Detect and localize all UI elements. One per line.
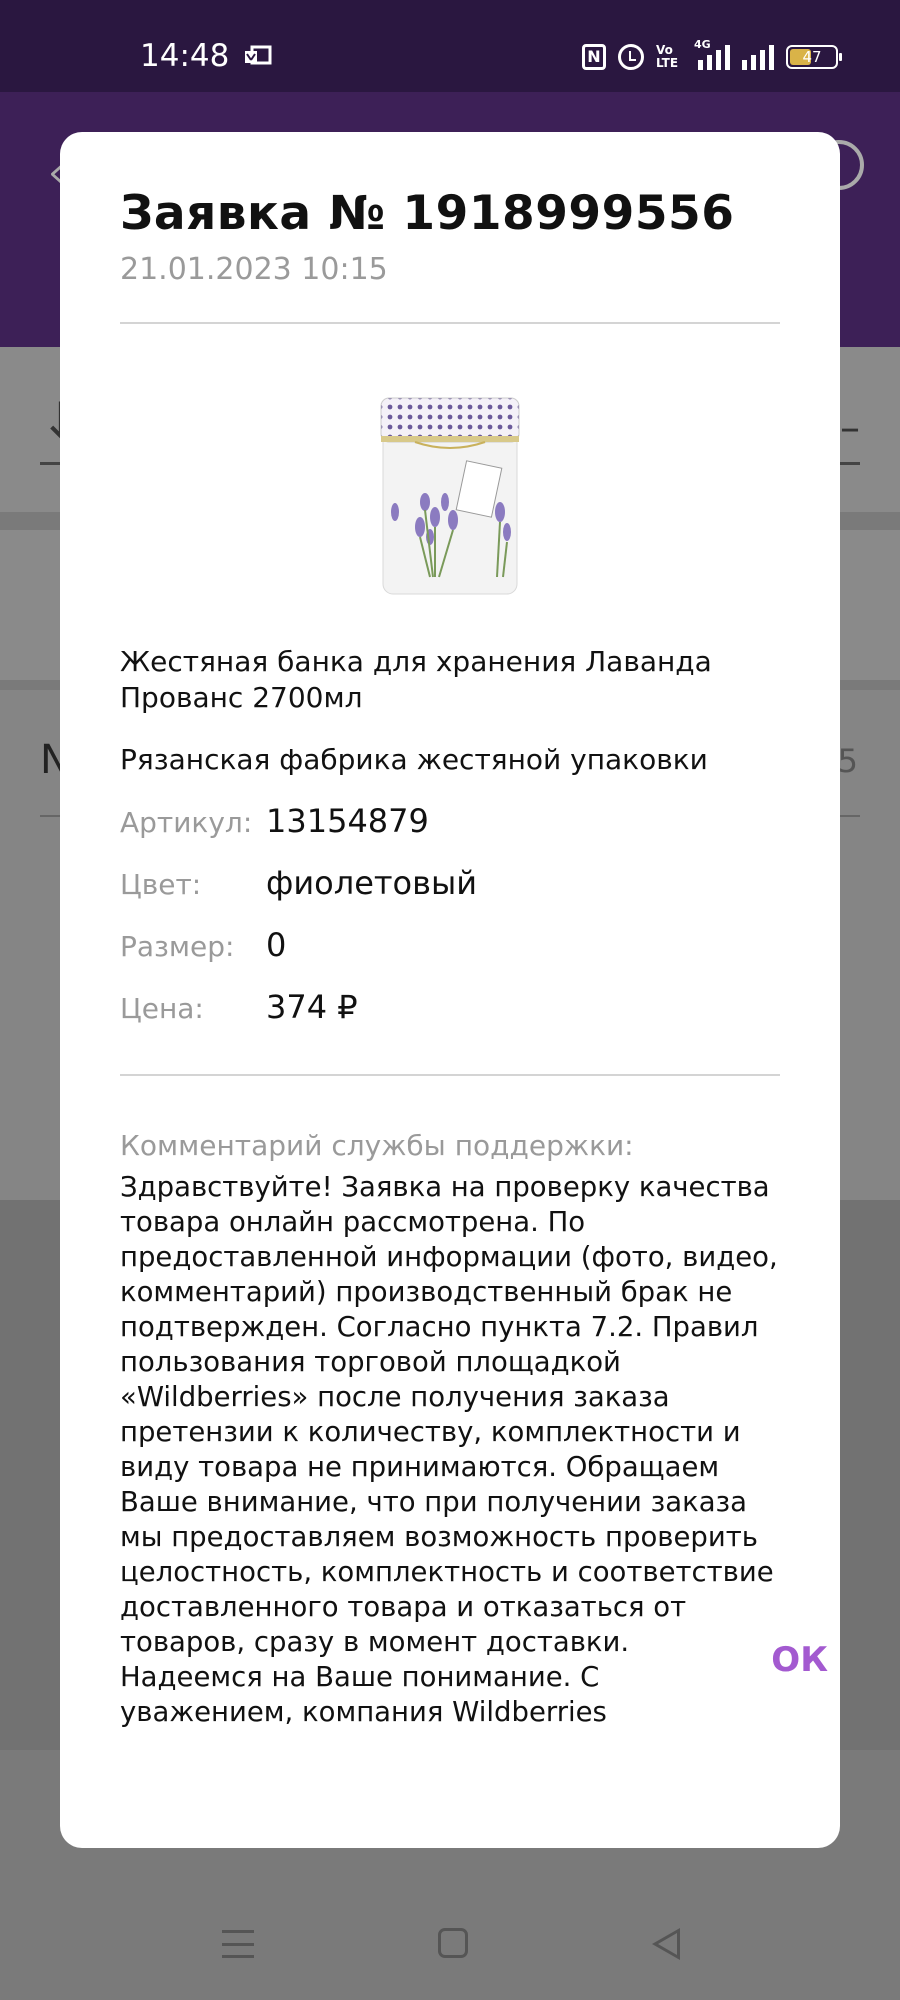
signal-icon — [742, 44, 774, 70]
comment-label: Комментарий службы поддержки: — [120, 1129, 634, 1162]
status-icons: N Vo LTE 4G 47 — [582, 38, 842, 72]
property-value: 374 ₽ — [266, 988, 358, 1026]
property-row: Артикул: 13154879 — [120, 802, 780, 864]
property-value: 0 — [266, 926, 287, 964]
property-row: Цвет: фиолетовый — [120, 864, 780, 926]
network-type: 4G — [694, 38, 711, 51]
notification-icon — [245, 45, 272, 65]
battery-icon: 47 — [786, 45, 842, 69]
property-label: Цвет: — [120, 868, 202, 901]
back-icon[interactable] — [652, 1928, 680, 1960]
home-icon[interactable] — [438, 1928, 468, 1958]
divider — [120, 1074, 780, 1076]
divider — [120, 322, 780, 324]
background-dash: – — [840, 405, 860, 451]
signal-4g-icon: 4G — [694, 38, 730, 70]
product-brand: Рязанская фабрика жестяной упаковки — [120, 743, 708, 776]
menu-icon[interactable] — [222, 1930, 254, 1958]
property-label: Размер: — [120, 930, 235, 963]
claim-dialog: Заявка № 1918999556 21.01.2023 10:15 Жес… — [60, 132, 840, 1848]
property-value: фиолетовый — [266, 864, 478, 902]
claim-date: 21.01.2023 10:15 — [120, 252, 388, 287]
dialog-title: Заявка № 1918999556 — [120, 186, 735, 241]
battery-level: 47 — [802, 48, 822, 66]
property-row: Размер: 0 — [120, 926, 780, 988]
nfc-icon: N — [582, 44, 606, 70]
volte-icon: Vo LTE — [656, 43, 679, 70]
support-comment: Здравствуйте! Заявка на проверку качеств… — [120, 1171, 778, 1728]
property-label: Цена: — [120, 992, 204, 1025]
background-list-value: 5 — [837, 742, 858, 780]
product-image — [380, 397, 520, 595]
status-bar: 14:48 N Vo LTE 4G 47 — [0, 0, 900, 92]
product-properties: Артикул: 13154879 Цвет: фиолетовый Разме… — [120, 802, 780, 1050]
product-name: Жестяная банка для хранения Лаванда Пров… — [120, 645, 712, 714]
status-time: 14:48 — [140, 38, 230, 74]
property-label: Артикул: — [120, 806, 253, 839]
property-value: 13154879 — [266, 802, 429, 840]
property-row: Цена: 374 ₽ — [120, 988, 780, 1050]
alarm-icon — [618, 44, 644, 70]
ok-button[interactable]: ОК — [771, 1640, 828, 1680]
